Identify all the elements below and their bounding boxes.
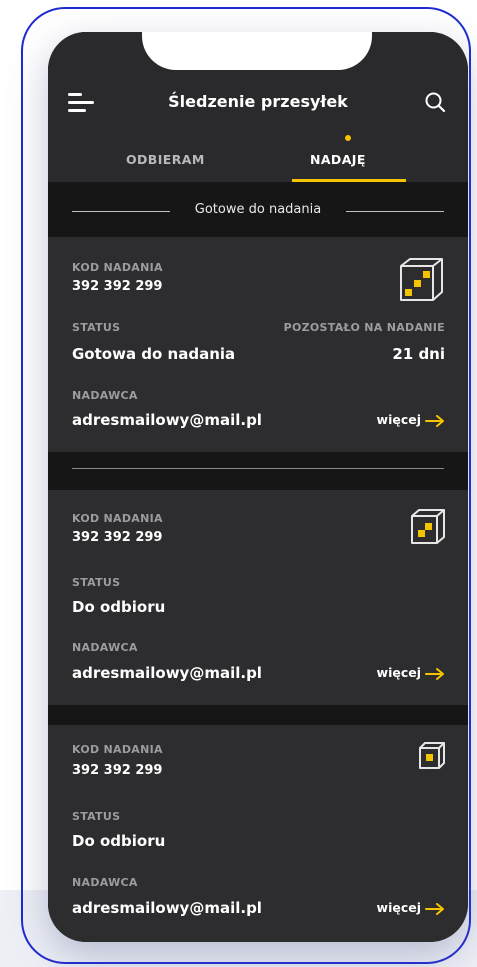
code-label: KOD NADANIA — [72, 512, 163, 525]
arrow-right-icon — [425, 667, 444, 680]
code-label: KOD NADANIA — [72, 743, 163, 756]
section-header: Gotowe do nadania — [48, 182, 468, 237]
status-label: STATUS — [72, 810, 121, 823]
section-title: Gotowe do nadania — [194, 202, 322, 217]
tab-nadaje[interactable]: NADAJĘ — [310, 152, 366, 167]
parcel-locker-medium-icon — [411, 509, 445, 544]
arrow-right-icon — [425, 902, 444, 915]
search-icon[interactable] — [424, 91, 446, 113]
more-label: więcej — [376, 665, 421, 680]
sender-label: NADAWCA — [72, 389, 138, 402]
sender-value: adresmailowy@mail.pl — [72, 411, 262, 429]
parcel-locker-small-icon — [419, 742, 445, 769]
more-link[interactable]: więcej — [377, 412, 445, 427]
status-value: Do odbioru — [72, 598, 166, 616]
code-value: 392 392 299 — [72, 530, 163, 545]
sender-value: adresmailowy@mail.pl — [72, 664, 262, 682]
status-value: Gotowa do nadania — [72, 345, 236, 363]
code-value: 392 392 299 — [72, 279, 163, 294]
status-value: Do odbioru — [72, 832, 166, 850]
shipment-card[interactable]: KOD NADANIA 392 392 299 STATUS Gotowa do… — [48, 237, 468, 452]
code-value: 392 392 299 — [72, 763, 163, 778]
page-title: Śledzenie przesyłek — [168, 92, 348, 111]
sender-label: NADAWCA — [72, 641, 138, 654]
parcel-locker-large-icon — [400, 258, 443, 301]
sender-label: NADAWCA — [72, 876, 138, 889]
phone-notch — [142, 32, 372, 70]
more-link[interactable]: więcej — [377, 665, 445, 680]
shipment-card[interactable]: KOD NADANIA 392 392 299 STATUS Do odbior… — [48, 490, 468, 705]
more-label: więcej — [376, 412, 421, 427]
phone-screen: Śledzenie przesyłek ODBIERAM NADAJĘ Goto… — [48, 32, 468, 942]
status-label: STATUS — [72, 321, 121, 334]
tab-odbieram[interactable]: ODBIERAM — [126, 152, 205, 167]
active-tab-dot — [345, 135, 351, 141]
code-label: KOD NADANIA — [72, 261, 163, 274]
card-separator — [48, 452, 468, 490]
section-line-right — [346, 211, 444, 212]
remaining-label: POZOSTAŁO NA NADANIE — [283, 321, 445, 334]
arrow-right-icon — [425, 414, 444, 427]
status-label: STATUS — [72, 576, 121, 589]
card-separator — [48, 705, 468, 725]
shipment-card[interactable]: KOD NADANIA 392 392 299 STATUS Do odbior… — [48, 725, 468, 942]
more-label: więcej — [376, 900, 421, 915]
remaining-value: 21 dni — [392, 345, 445, 363]
sender-value: adresmailowy@mail.pl — [72, 899, 262, 917]
more-link[interactable]: więcej — [377, 900, 445, 915]
